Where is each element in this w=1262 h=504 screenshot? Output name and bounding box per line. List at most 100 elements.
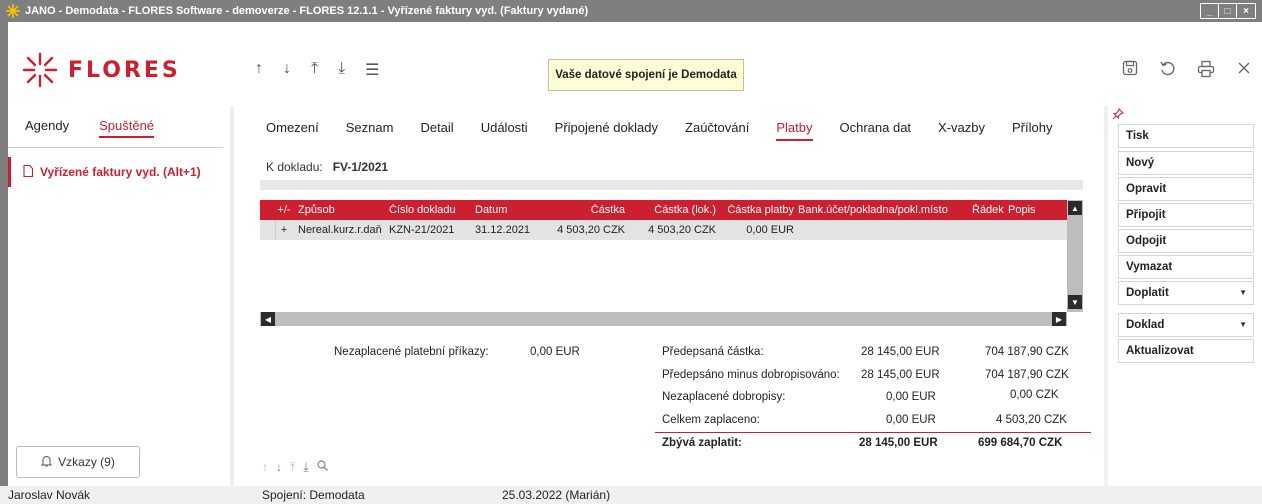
summary-czk: 704 187,90 CZK [985,346,1069,358]
pin-icon[interactable] [1112,108,1124,123]
row-selector[interactable] [260,220,276,240]
cell-cislo-dokladu: KZN-21/2021 [389,224,455,236]
cell-castka: 4 503,20 CZK [557,224,625,236]
cell-datum: 31.12.2021 [475,224,531,236]
minimize-button[interactable]: _ [1201,4,1219,18]
search-icon[interactable] [317,460,328,475]
tab-zauctovani[interactable]: Zaúčtování [685,120,749,141]
summary-eur: 0,00 EUR [886,414,936,426]
column-castka-lok[interactable]: Částka (lok.) [629,204,720,216]
tab-spustene[interactable]: Spuštěné [99,118,155,138]
print-button[interactable]: Tisk [1118,124,1254,148]
connection-banner: Vaše datové spojení je Demodata [548,59,744,91]
bell-icon [40,455,53,470]
document-reference: K dokladu: FV-1/2021 [260,154,1083,180]
edit-button[interactable]: Opravit [1118,177,1254,201]
maximize-button[interactable]: □ [1219,4,1237,18]
arrow-up-icon[interactable]: ↑ [255,60,263,80]
tab-udalosti[interactable]: Události [481,120,528,141]
cell-zpusob: Nereal.kurz.r.daň [298,224,382,236]
window-close-button[interactable]: × [1237,4,1255,18]
column-zpusob[interactable]: Způsob [292,204,389,216]
flores-sunburst-icon [22,52,58,88]
main-panel: Omezení Seznam Detail Události Připojené… [234,106,1104,486]
cell-castka-lok: 4 503,20 CZK [648,224,716,236]
detail-tabs: Omezení Seznam Detail Události Připojené… [266,120,1052,141]
scroll-up-icon[interactable]: ▲ [1068,201,1082,215]
summary-czk: 704 187,90 CZK [985,369,1069,381]
refresh-button[interactable]: Aktualizovat [1118,339,1254,363]
tab-platby[interactable]: Platby [776,120,813,141]
document-reference-label: K dokladu: [266,160,323,174]
pay-off-label: Doplatit [1126,287,1169,299]
document-reference-number: FV-1/2021 [332,160,389,174]
column-popis[interactable]: Popis [1008,204,1052,216]
pay-off-dropdown[interactable]: Doplatit ▼ [1118,281,1254,305]
grid-navigation: ↑ ↓ ⤒ ⤓ [262,460,328,475]
remaining-label: Zbývá zaplatit: [662,437,742,449]
table-row[interactable]: + Nereal.kurz.r.daň KZN-21/2021 31.12.20… [260,220,1067,240]
summary-label: Předepsáno minus dobropisováno: [662,369,840,381]
running-agenda-item[interactable]: Vyřízené faktury vyd. (Alt+1) [8,157,230,187]
tab-prilohy[interactable]: Přílohy [1012,120,1052,141]
payment-summary: Nezaplacené platební příkazy: 0,00 EUR P… [234,326,1104,462]
logo-text: FLORES [68,57,181,83]
grid-vertical-scrollbar[interactable]: ▲ ▼ [1067,200,1083,312]
arrow-down-icon[interactable]: ↓ [276,460,282,475]
close-icon[interactable] [1234,60,1254,83]
document-icon [23,164,34,180]
toolbar: FLORES ↑ ↓ ⤒ ⤓ ☰ Vaše datové spojení je … [8,22,1262,106]
tab-detail[interactable]: Detail [420,120,453,141]
grid-horizontal-scrollbar[interactable]: ◀ ▶ [260,312,1067,326]
tab-ochrana-dat[interactable]: Ochrana dat [840,120,912,141]
column-cislo-dokladu[interactable]: Číslo dokladu [389,204,475,216]
tab-pripojene-doklady[interactable]: Připojené doklady [555,120,658,141]
new-button[interactable]: Nový [1118,151,1254,175]
scroll-left-icon[interactable]: ◀ [261,312,275,326]
status-connection: Spojení: Demodata [262,488,365,502]
flores-logo: FLORES [22,52,181,88]
print-icon[interactable] [1196,60,1216,83]
remaining-eur: 28 145,00 EUR [859,437,938,449]
status-bar: Jaroslav Novák Spojení: Demodata 25.03.2… [0,486,1262,504]
unpaid-orders-value: 0,00 EUR [530,346,580,358]
scroll-right-icon[interactable]: ▶ [1052,312,1066,326]
arrow-down-icon[interactable]: ↓ [283,60,291,80]
column-castka-platby[interactable]: Částka platby [720,204,796,216]
summary-label: Celkem zaplaceno: [662,414,760,426]
chevron-down-icon: ▼ [1239,288,1247,297]
window-controls: _ □ × [1200,3,1256,19]
attach-button[interactable]: Připojit [1118,203,1254,227]
scroll-down-icon[interactable]: ▼ [1068,295,1082,309]
left-panel: Agendy Spuštěné Vyřízené faktury vyd. (A… [8,106,230,486]
column-datum[interactable]: Datum [475,204,535,216]
summary-label: Nezaplacené dobropisy: [662,391,786,403]
arrow-up-icon[interactable]: ↑ [262,460,268,475]
arrow-last-icon[interactable]: ⤓ [303,460,308,475]
menu-icon[interactable]: ☰ [365,60,379,80]
column-castka[interactable]: Částka [535,204,629,216]
column-bank-ucet[interactable]: Bank.účet/pokladna/pokl.místo [796,204,972,216]
delete-button[interactable]: Vymazat [1118,255,1254,279]
summary-eur: 28 145,00 EUR [861,346,940,358]
document-dropdown[interactable]: Doklad ▼ [1118,313,1254,337]
summary-label: Předepsaná částka: [662,346,764,358]
column-radek[interactable]: Řádek [972,204,1008,216]
chevron-down-icon: ▼ [1239,320,1247,329]
detach-button[interactable]: Odpojit [1118,229,1254,253]
undo-icon[interactable] [1158,60,1178,83]
tab-agendy[interactable]: Agendy [25,118,69,147]
summary-eur: 0,00 EUR [886,391,936,403]
tab-seznam[interactable]: Seznam [346,120,394,141]
arrow-first-icon[interactable]: ⤒ [290,460,295,475]
arrow-first-icon[interactable]: ⤒ [311,60,318,80]
tab-omezeni[interactable]: Omezení [266,120,319,141]
messages-button[interactable]: Vzkazy (9) [16,446,140,478]
column-plus-minus[interactable]: +/- [276,204,292,216]
tab-x-vazby[interactable]: X-vazby [938,120,985,141]
running-agenda-label: Vyřízené faktury vyd. (Alt+1) [40,165,201,179]
cell-plus-minus: + [280,224,288,236]
save-icon[interactable] [1120,60,1140,83]
flores-app-icon [5,3,21,19]
arrow-last-icon[interactable]: ⤓ [338,60,345,80]
